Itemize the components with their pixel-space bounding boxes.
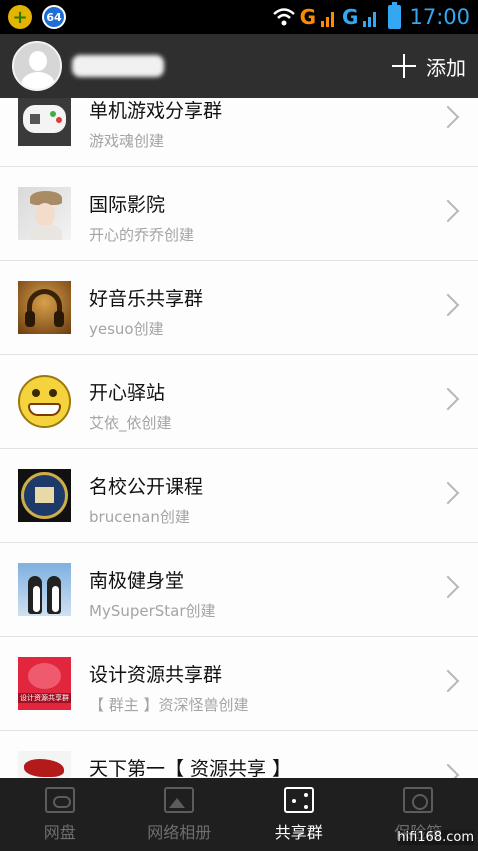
signal-icon-2 — [363, 12, 377, 27]
chevron-right-icon — [436, 387, 460, 411]
design-thumbnail: 设计资源共享群 — [18, 657, 71, 710]
network-type-label: G — [299, 5, 317, 29]
group-creator: 开心的乔乔创建 — [89, 226, 195, 244]
add-label: 添加 — [426, 55, 466, 80]
clock: 17:00 — [409, 5, 470, 29]
share-group-icon — [283, 786, 314, 813]
safe-icon — [403, 786, 434, 813]
group-row[interactable]: 南极健身堂 MySuperStar创建 — [0, 543, 478, 637]
group-title: 设计资源共享群 — [89, 664, 223, 686]
group-row[interactable]: 单机游戏分享群 游戏魂创建 — [0, 98, 478, 167]
notification-count-badge: 64 — [42, 5, 66, 29]
group-row[interactable]: 开心驿站 艾依_依创建 — [0, 355, 478, 449]
wifi-icon — [272, 8, 295, 26]
watermark: hifi168.com — [397, 830, 474, 845]
app-notification-icon: + — [8, 5, 32, 29]
group-creator: MySuperStar创建 — [89, 602, 216, 620]
status-bar: + 64 G G 17:00 — [0, 0, 478, 34]
chevron-right-icon — [436, 669, 460, 693]
group-row[interactable]: 天下第一【 资源共享 】 — [0, 731, 478, 778]
signal-icon — [321, 12, 335, 27]
nav-share-group[interactable]: 共享群 — [239, 778, 359, 851]
group-title: 开心驿站 — [89, 382, 166, 404]
cloud-drive-icon — [44, 786, 75, 813]
nav-cloud-drive[interactable]: 网盘 — [0, 778, 120, 851]
chevron-right-icon — [436, 481, 460, 505]
plus-icon — [392, 54, 416, 78]
smiley-thumbnail — [18, 375, 71, 428]
group-title: 国际影院 — [89, 194, 166, 216]
group-title: 名校公开课程 — [89, 476, 204, 498]
group-creator: 艾依_依创建 — [89, 414, 172, 432]
group-row[interactable]: 好音乐共享群 yesuo创建 — [0, 261, 478, 355]
group-title: 南极健身堂 — [89, 570, 185, 592]
dragon-thumbnail — [18, 751, 71, 778]
group-creator: brucenan创建 — [89, 508, 190, 526]
photo-album-icon — [164, 786, 195, 813]
chevron-right-icon — [436, 199, 460, 223]
group-creator: 游戏魂创建 — [89, 132, 165, 150]
header: 添加 — [0, 34, 478, 98]
bottom-nav: 网盘 网络相册 共享群 保险箱 hifi168.com — [0, 778, 478, 851]
battery-icon — [388, 2, 402, 29]
group-creator: 【 群主 】资深怪兽创建 — [89, 696, 249, 714]
network-type-label-2: G — [342, 5, 359, 29]
group-title: 好音乐共享群 — [89, 288, 204, 310]
group-row[interactable]: 名校公开课程 brucenan创建 — [0, 449, 478, 543]
group-list[interactable]: 单机游戏分享群 游戏魂创建 国际影院 开心的乔乔创建 好音乐共享群 yesuo创… — [0, 98, 478, 778]
music-thumbnail — [18, 281, 71, 334]
chevron-right-icon — [436, 105, 460, 129]
group-row[interactable]: 设计资源共享群 设计资源共享群 【 群主 】资深怪兽创建 — [0, 637, 478, 731]
group-creator: yesuo创建 — [89, 320, 164, 338]
group-row[interactable]: 国际影院 开心的乔乔创建 — [0, 167, 478, 261]
username-blurred — [72, 55, 164, 77]
group-title: 单机游戏分享群 — [89, 100, 223, 122]
chevron-right-icon — [436, 293, 460, 317]
nav-label: 网盘 — [43, 822, 76, 842]
user-avatar[interactable] — [12, 41, 62, 91]
add-button[interactable]: 添加 — [392, 52, 466, 81]
group-title: 天下第一【 资源共享 】 — [89, 758, 292, 778]
gamepad-thumbnail — [18, 98, 71, 146]
nav-label: 网络相册 — [147, 822, 212, 842]
movie-thumbnail — [18, 187, 71, 240]
nav-photo-album[interactable]: 网络相册 — [120, 778, 240, 851]
chevron-right-icon — [436, 763, 460, 778]
school-thumbnail — [18, 469, 71, 522]
nav-label: 共享群 — [274, 822, 323, 842]
chevron-right-icon — [436, 575, 460, 599]
penguin-thumbnail — [18, 563, 71, 616]
